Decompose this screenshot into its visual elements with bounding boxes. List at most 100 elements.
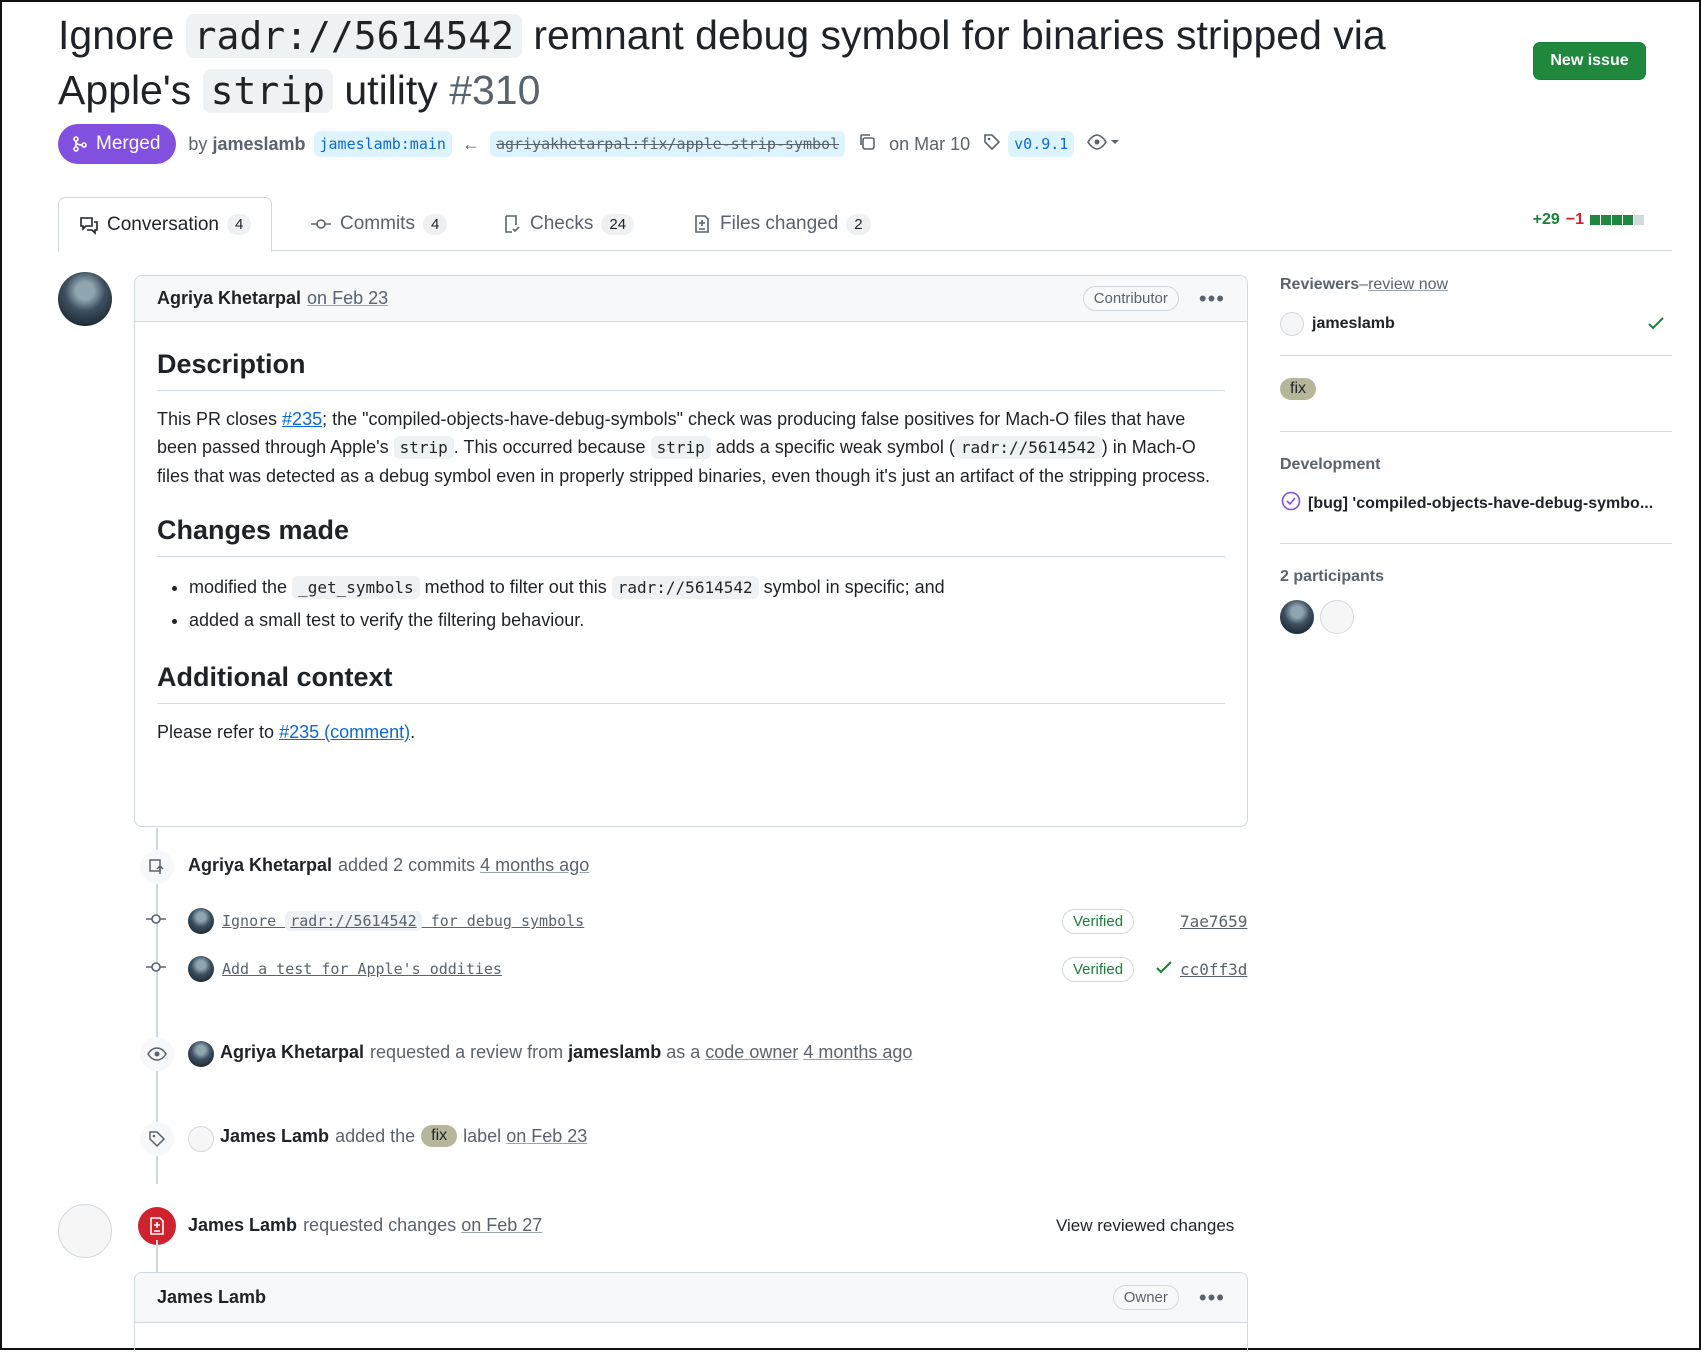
inline-code: radr://5614542 bbox=[611, 576, 759, 599]
linked-issue-title[interactable]: [bug] 'compiled-objects-have-debug-symbo… bbox=[1308, 495, 1653, 513]
tab-conversation[interactable]: Conversation 4 bbox=[58, 197, 273, 252]
comment-link[interactable]: #235 (comment) bbox=[279, 722, 410, 742]
tab-count: 24 bbox=[601, 213, 635, 235]
event-time-link[interactable]: 4 months ago bbox=[480, 855, 589, 876]
label-fix[interactable]: fix bbox=[421, 1125, 458, 1147]
linked-issue[interactable]: [bug] 'compiled-objects-have-debug-symbo… bbox=[1280, 490, 1672, 517]
event-actor[interactable]: James Lamb bbox=[188, 1215, 297, 1236]
file-diff-icon bbox=[695, 215, 709, 233]
event-actor[interactable]: James Lamb bbox=[220, 1126, 329, 1147]
tab-count: 2 bbox=[846, 213, 871, 235]
commit-message-link[interactable]: Add a test for Apple's oddities bbox=[222, 960, 502, 978]
issue-link[interactable]: #235 bbox=[282, 409, 322, 429]
tag-icon bbox=[982, 132, 1002, 157]
inline-code: strip bbox=[393, 436, 454, 459]
tag-icon bbox=[140, 1122, 174, 1156]
check-icon bbox=[1646, 314, 1666, 339]
comment-icon bbox=[80, 216, 98, 235]
tab-count: 4 bbox=[422, 213, 448, 235]
eye-icon bbox=[140, 1037, 174, 1071]
comment-author[interactable]: Agriya Khetarpal bbox=[157, 288, 301, 309]
event-time-link[interactable]: 4 months ago bbox=[803, 1042, 912, 1063]
event-target[interactable]: jameslamb bbox=[568, 1042, 661, 1063]
additions-count: +29 bbox=[1532, 211, 1560, 228]
reviewers-heading[interactable]: Reviewers bbox=[1280, 276, 1359, 294]
participants-avatars bbox=[1280, 600, 1672, 636]
pr-tabs: Conversation 4 Commits 4 Checks 24 Files… bbox=[58, 197, 1672, 252]
base-branch[interactable]: jameslamb:main bbox=[313, 131, 452, 157]
review-now-link[interactable]: review now bbox=[1368, 276, 1448, 294]
verified-badge[interactable]: Verified bbox=[1062, 956, 1135, 982]
tab-checks[interactable]: Checks 24 bbox=[502, 197, 635, 251]
eye-icon[interactable] bbox=[1086, 132, 1120, 157]
title-text: Ignore bbox=[58, 12, 186, 58]
inline-code: _get_symbols bbox=[292, 576, 420, 599]
owner-badge: Owner bbox=[1112, 1285, 1179, 1310]
avatar[interactable] bbox=[188, 908, 214, 934]
verified-badge[interactable]: Verified bbox=[1062, 908, 1135, 934]
tab-commits[interactable]: Commits 4 bbox=[310, 197, 448, 251]
avatar[interactable] bbox=[58, 1204, 112, 1258]
avatar[interactable] bbox=[1320, 600, 1354, 634]
tab-files-changed[interactable]: Files changed 2 bbox=[692, 197, 871, 251]
avatar[interactable] bbox=[1280, 312, 1304, 336]
description-paragraph: This PR closes #235; the "compiled-objec… bbox=[157, 409, 1211, 486]
avatar[interactable] bbox=[188, 956, 214, 982]
review-comment: James Lamb Owner ••• bbox=[134, 1272, 1248, 1352]
pr-number: #310 bbox=[449, 67, 541, 113]
context-paragraph: Please refer to #235 (comment). bbox=[157, 722, 416, 742]
comment-header: Agriya Khetarpal on Feb 23 Contributor •… bbox=[135, 276, 1247, 322]
head-branch[interactable]: agriyakhetarpal:fix/apple-strip-symbol bbox=[489, 131, 846, 157]
development-heading[interactable]: Development bbox=[1280, 456, 1672, 474]
event-actor[interactable]: Agriya Khetarpal bbox=[188, 855, 332, 876]
reviewer-row: jameslamb bbox=[1280, 310, 1672, 338]
copy-icon[interactable] bbox=[857, 132, 877, 157]
issue-closed-icon bbox=[1280, 490, 1302, 517]
label-fix[interactable]: fix bbox=[1280, 378, 1316, 400]
pr-author-link[interactable]: jameslamb bbox=[212, 134, 305, 155]
event-actor[interactable]: Agriya Khetarpal bbox=[220, 1042, 364, 1063]
comment-author[interactable]: James Lamb bbox=[157, 1287, 266, 1308]
comment-date-link[interactable]: on Feb 23 bbox=[307, 288, 388, 309]
merge-icon bbox=[73, 136, 87, 152]
avatar[interactable] bbox=[58, 272, 112, 326]
new-issue-button[interactable]: New issue bbox=[1533, 42, 1646, 80]
arrow-left-icon: ← bbox=[461, 133, 480, 154]
sidebar-participants: 2 participants bbox=[1280, 544, 1672, 644]
sidebar-labels: fix bbox=[1280, 356, 1672, 432]
code-owner-link[interactable]: code owner bbox=[705, 1042, 798, 1063]
merged-state-badge: Merged bbox=[58, 124, 177, 164]
commit-sha-link[interactable]: cc0ff3d bbox=[1180, 960, 1247, 979]
participants-heading: 2 participants bbox=[1280, 568, 1385, 585]
view-reviewed-changes-button[interactable]: View reviewed changes bbox=[1056, 1216, 1234, 1236]
pr-description-comment: Agriya Khetarpal on Feb 23 Contributor •… bbox=[134, 275, 1248, 827]
state-label: Merged bbox=[96, 133, 161, 154]
event-time-link[interactable]: on Feb 23 bbox=[506, 1126, 587, 1147]
commits-added-event: Agriya Khetarpal added 2 commits 4 month… bbox=[188, 855, 590, 876]
avatar[interactable] bbox=[188, 1041, 214, 1067]
check-icon[interactable] bbox=[1154, 958, 1174, 983]
avatar[interactable] bbox=[188, 1126, 214, 1152]
commit-sha-link[interactable]: 7ae7659 bbox=[1180, 912, 1247, 931]
repo-push-icon bbox=[140, 850, 174, 884]
inline-code: strip bbox=[650, 436, 711, 459]
checklist-icon bbox=[505, 215, 520, 233]
title-text: utility bbox=[332, 67, 450, 113]
changes-requested-event: James Lamb requested changes on Feb 27 bbox=[188, 1215, 543, 1236]
tab-label: Conversation bbox=[107, 213, 219, 235]
sidebar-development: Development [bug] 'compiled-objects-have… bbox=[1280, 432, 1672, 544]
diffstat-blocks bbox=[1590, 215, 1644, 225]
kebab-menu-icon[interactable]: ••• bbox=[1199, 1285, 1225, 1311]
avatar[interactable] bbox=[1280, 600, 1314, 634]
release-tag[interactable]: v0.9.1 bbox=[1008, 131, 1075, 157]
diffstat: +29 −1 bbox=[1533, 211, 1644, 229]
tab-label: Commits bbox=[340, 213, 415, 234]
heading-changes: Changes made bbox=[157, 512, 1225, 557]
review-request-event: Agriya Khetarpal requested a review from… bbox=[220, 1042, 913, 1063]
title-code: strip bbox=[202, 69, 333, 113]
event-time-link[interactable]: on Feb 27 bbox=[461, 1215, 542, 1236]
reviewer-name[interactable]: jameslamb bbox=[1312, 315, 1395, 333]
kebab-menu-icon[interactable]: ••• bbox=[1199, 286, 1225, 312]
commit-message-link[interactable]: Ignore radr://5614542 for debug symbols bbox=[222, 911, 584, 931]
commit-row: Ignore radr://5614542 for debug symbols … bbox=[134, 903, 1248, 939]
